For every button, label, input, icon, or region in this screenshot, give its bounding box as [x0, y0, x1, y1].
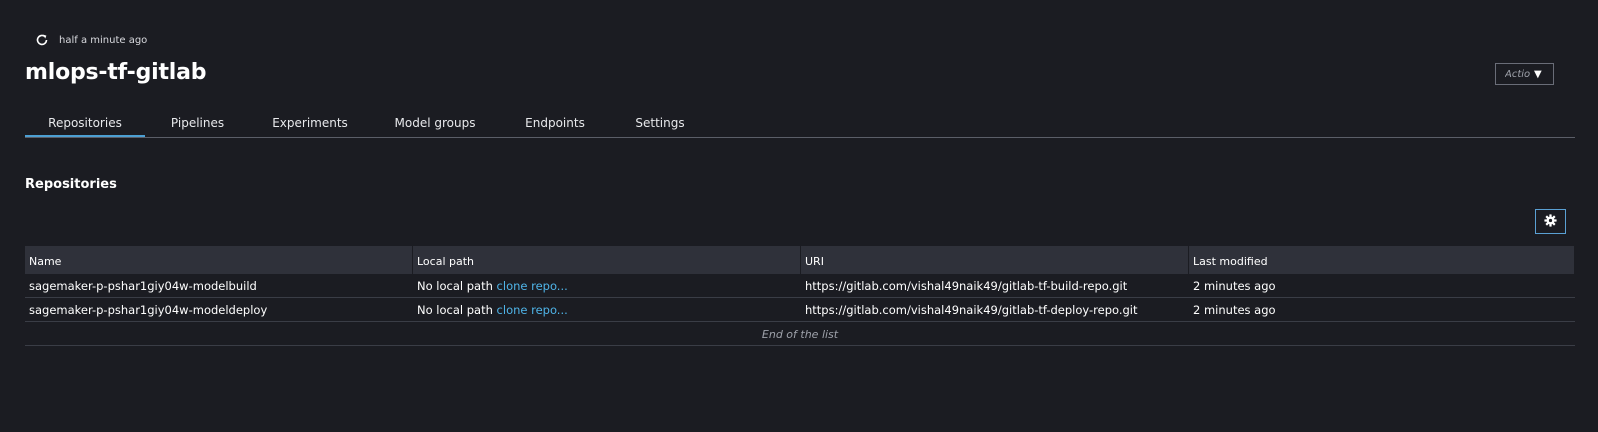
caret-down-icon: ▼ [1534, 68, 1542, 80]
clone-repo-link[interactable]: clone repo... [497, 303, 568, 317]
local-path-text: No local path [417, 303, 493, 317]
local-path-text: No local path [417, 279, 493, 293]
repo-local-path: No local path clone repo... [413, 298, 801, 321]
table-row[interactable]: sagemaker-p-pshar1giy04w-modeldeploy No … [25, 298, 1575, 322]
actions-dropdown-button[interactable]: Actions ▼ [1495, 63, 1554, 85]
tab-settings[interactable]: Settings [610, 113, 710, 137]
table-header-row: Name Local path URI Last modified [25, 246, 1575, 274]
refresh-icon[interactable] [35, 33, 49, 47]
last-refreshed-text: half a minute ago [59, 34, 148, 46]
repo-uri: https://gitlab.com/vishal49naik49/gitlab… [805, 303, 1138, 317]
table-row[interactable]: sagemaker-p-pshar1giy04w-modelbuild No l… [25, 274, 1575, 298]
table-settings-button[interactable] [1535, 209, 1566, 234]
tab-bar: Repositories Pipelines Experiments Model… [25, 113, 1575, 138]
repo-last-modified: 2 minutes ago [1193, 279, 1276, 293]
tab-pipelines[interactable]: Pipelines [145, 113, 250, 137]
tab-repositories[interactable]: Repositories [25, 113, 145, 137]
page-title: mlops-tf-gitlab [25, 60, 207, 85]
end-of-list-text: End of the list [25, 322, 1575, 346]
repo-local-path: No local path clone repo... [413, 274, 801, 297]
gear-icon [1544, 212, 1557, 231]
repositories-table: Name Local path URI Last modified sagema… [25, 246, 1575, 346]
section-title: Repositories [25, 177, 117, 192]
tab-endpoints[interactable]: Endpoints [500, 113, 610, 137]
repo-last-modified: 2 minutes ago [1193, 303, 1276, 317]
column-header-name[interactable]: Name [25, 246, 413, 274]
repo-uri: https://gitlab.com/vishal49naik49/gitlab… [805, 279, 1128, 293]
tab-experiments[interactable]: Experiments [250, 113, 370, 137]
column-header-uri[interactable]: URI [801, 246, 1189, 274]
clone-repo-link[interactable]: clone repo... [497, 279, 568, 293]
repo-name: sagemaker-p-pshar1giy04w-modelbuild [29, 279, 257, 293]
repo-name: sagemaker-p-pshar1giy04w-modeldeploy [29, 303, 268, 317]
tab-model-groups[interactable]: Model groups [370, 113, 500, 137]
column-header-last-modified[interactable]: Last modified [1189, 246, 1575, 274]
column-header-local-path[interactable]: Local path [413, 246, 801, 274]
refresh-bar: half a minute ago [35, 33, 147, 47]
actions-label: Actions [1505, 68, 1530, 80]
